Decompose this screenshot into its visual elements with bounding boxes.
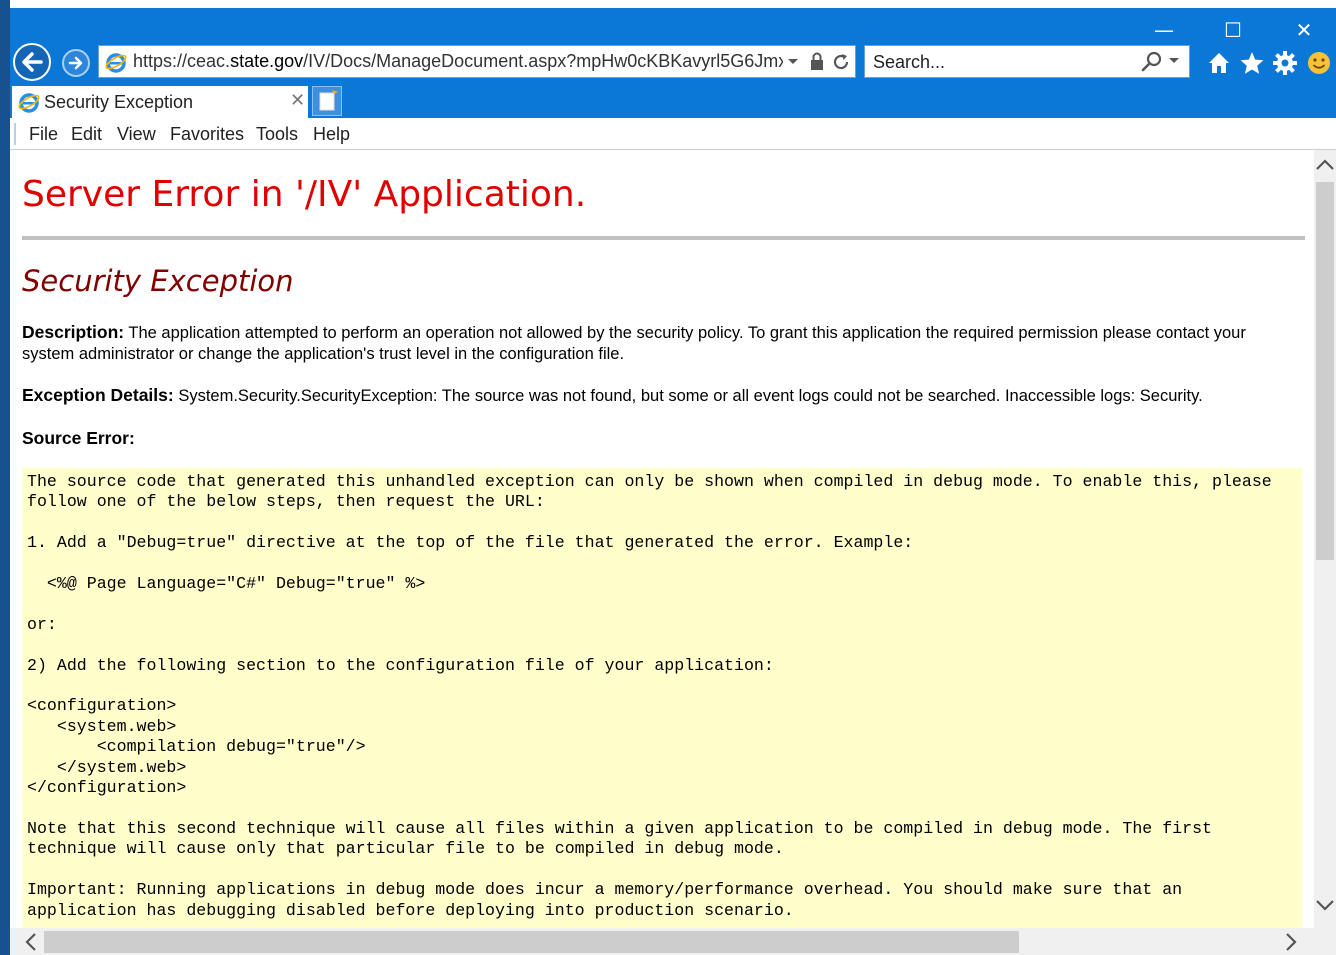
favorites-star-icon[interactable] — [1239, 50, 1265, 76]
horizontal-scrollbar[interactable] — [10, 928, 1314, 955]
horizontal-scroll-thumb[interactable] — [44, 931, 1019, 953]
source-error-box: The source code that generated this unha… — [22, 468, 1302, 928]
refresh-icon[interactable] — [831, 52, 851, 72]
description-text: The application attempted to perform an … — [22, 324, 1246, 363]
page-content: Server Error in '/IV' Application. Secur… — [10, 150, 1314, 928]
maximize-button[interactable]: ☐ — [1213, 18, 1253, 42]
exception-details-paragraph: Exception Details: System.Security.Secur… — [22, 385, 1302, 407]
menu-edit[interactable]: Edit — [71, 124, 102, 145]
new-tab-icon — [319, 90, 338, 111]
desktop-edge — [0, 0, 10, 955]
back-button[interactable] — [13, 43, 51, 81]
forward-arrow-icon — [68, 56, 83, 70]
tab-strip: Security Exception ✕ — [10, 86, 1336, 118]
search-box[interactable] — [864, 45, 1190, 78]
scrollbar-corner — [1314, 928, 1336, 955]
menu-tools[interactable]: Tools — [256, 124, 298, 145]
source-error-heading: Source Error: — [22, 428, 1302, 450]
navigation-bar: https://ceac.state.gov/IV/Docs/ManageDoc… — [10, 42, 1336, 86]
source-error-label: Source Error: — [22, 428, 135, 448]
home-icon[interactable] — [1206, 50, 1232, 76]
lock-icon[interactable] — [809, 52, 825, 72]
page-title: Server Error in '/IV' Application. — [22, 174, 587, 215]
ie-logo-icon — [18, 93, 40, 113]
scroll-down-icon[interactable] — [1315, 896, 1335, 914]
search-input[interactable] — [871, 49, 1135, 75]
url-text[interactable]: https://ceac.state.gov/IV/Docs/ManageDoc… — [133, 51, 783, 72]
scroll-left-icon[interactable] — [22, 932, 40, 952]
vertical-scroll-thumb[interactable] — [1316, 182, 1334, 560]
tab-title: Security Exception — [44, 92, 194, 112]
address-dropdown-icon[interactable] — [787, 53, 799, 69]
exception-title: Security Exception — [22, 264, 294, 298]
menu-help[interactable]: Help — [313, 124, 350, 145]
exception-details-label: Exception Details: — [22, 385, 174, 405]
tab-security-exception[interactable]: Security Exception ✕ — [12, 86, 308, 118]
menu-favorites[interactable]: Favorites — [170, 124, 244, 145]
url-prefix: https://ceac. — [133, 51, 231, 71]
address-bar[interactable]: https://ceac.state.gov/IV/Docs/ManageDoc… — [98, 45, 856, 78]
url-path: /IV/Docs/ManageDocument.aspx?mpHw0cKBKav… — [303, 51, 783, 71]
smiley-feedback-icon[interactable] — [1306, 50, 1332, 76]
new-tab-button[interactable] — [312, 86, 342, 116]
menu-grip — [14, 123, 16, 145]
close-window-button[interactable]: ✕ — [1284, 18, 1324, 42]
description-paragraph: Description: The application attempted t… — [22, 322, 1302, 365]
menu-bar: File Edit View Favorites Tools Help — [10, 118, 1336, 150]
scroll-right-icon[interactable] — [1282, 932, 1300, 952]
minimize-button[interactable]: — — [1144, 18, 1184, 42]
gear-icon[interactable] — [1272, 50, 1298, 76]
divider — [22, 236, 1305, 240]
forward-button[interactable] — [62, 49, 90, 77]
url-domain: state.gov — [230, 51, 304, 71]
vertical-scrollbar[interactable] — [1314, 150, 1336, 928]
source-error-code: The source code that generated this unha… — [27, 472, 1272, 920]
back-arrow-icon — [22, 52, 43, 72]
search-dropdown-icon[interactable] — [1168, 54, 1180, 68]
description-label: Description: — [22, 322, 125, 342]
exception-details-text: System.Security.SecurityException: The s… — [178, 387, 1203, 405]
ie-logo-icon — [105, 53, 127, 73]
scroll-up-icon[interactable] — [1315, 156, 1335, 174]
tab-close-icon[interactable]: ✕ — [290, 90, 305, 111]
menu-view[interactable]: View — [117, 124, 156, 145]
search-icon[interactable] — [1141, 51, 1163, 73]
menu-file[interactable]: File — [29, 124, 58, 145]
